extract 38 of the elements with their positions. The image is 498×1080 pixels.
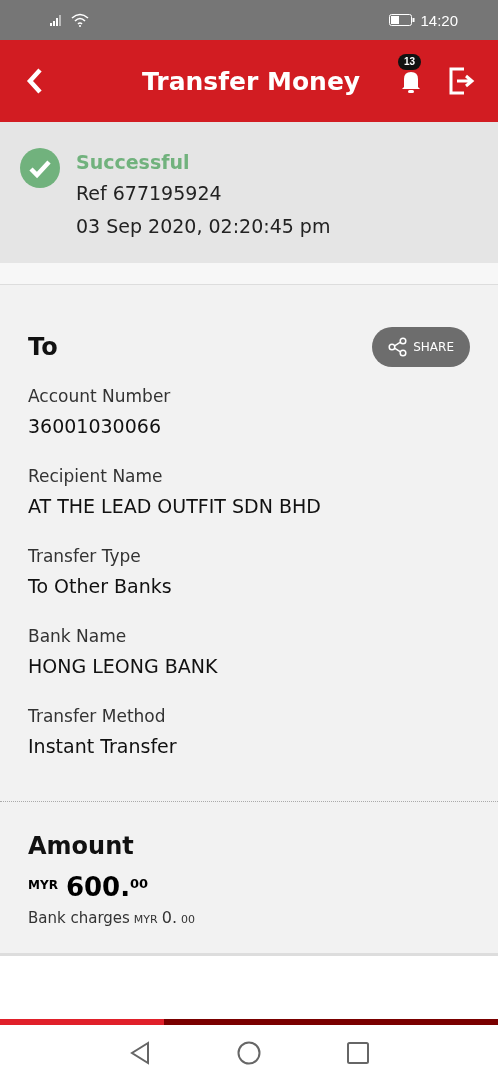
- notifications-button[interactable]: 13: [400, 54, 422, 94]
- recents-nav-icon[interactable]: [347, 1041, 369, 1064]
- wifi-icon: [71, 13, 89, 27]
- success-check-icon: [20, 148, 60, 188]
- screen-title: Transfer Money: [142, 66, 361, 96]
- back-button[interactable]: [26, 67, 44, 95]
- field-value: HONG LEONG BANK: [28, 654, 219, 679]
- field-label: Transfer Type: [28, 545, 142, 568]
- home-nav-icon[interactable]: [237, 1040, 261, 1065]
- share-button[interactable]: SHARE: [372, 327, 470, 367]
- field-value: Instant Transfer: [28, 734, 178, 759]
- amount-value: 600.: [65, 872, 131, 902]
- field-label: Bank Name: [28, 625, 128, 648]
- amount-decimals: 00: [130, 876, 149, 891]
- charges-currency: MYR: [133, 913, 158, 926]
- share-icon: [388, 337, 409, 357]
- clock-time: 14:20: [420, 11, 458, 29]
- logout-button[interactable]: [448, 67, 476, 95]
- reference-text: Ref 677195924: [76, 181, 223, 206]
- field-value: 36001030066: [28, 414, 162, 439]
- charges-label: Bank charges: [28, 909, 130, 927]
- logout-icon: [448, 67, 476, 95]
- currency-label: MYR: [28, 878, 58, 892]
- notification-badge: 13: [398, 54, 422, 70]
- datetime-text: 03 Sep 2020, 02:20:45 pm: [76, 214, 331, 239]
- back-icon: [26, 67, 44, 95]
- charges-decimals: 00: [181, 913, 195, 926]
- field-label: Transfer Method: [28, 705, 167, 728]
- field-label: Account Number: [28, 385, 172, 408]
- section-heading: To: [28, 333, 58, 361]
- field-value: To Other Banks: [28, 574, 173, 599]
- status-text: Successful: [76, 150, 191, 175]
- field-label: Recipient Name: [28, 465, 164, 488]
- charges-value: 0.: [161, 908, 177, 927]
- section-heading: Amount: [28, 832, 135, 860]
- field-value: AT THE LEAD OUTFIT SDN BHD: [28, 494, 322, 519]
- back-nav-icon[interactable]: [129, 1040, 151, 1065]
- battery-icon: [389, 14, 416, 26]
